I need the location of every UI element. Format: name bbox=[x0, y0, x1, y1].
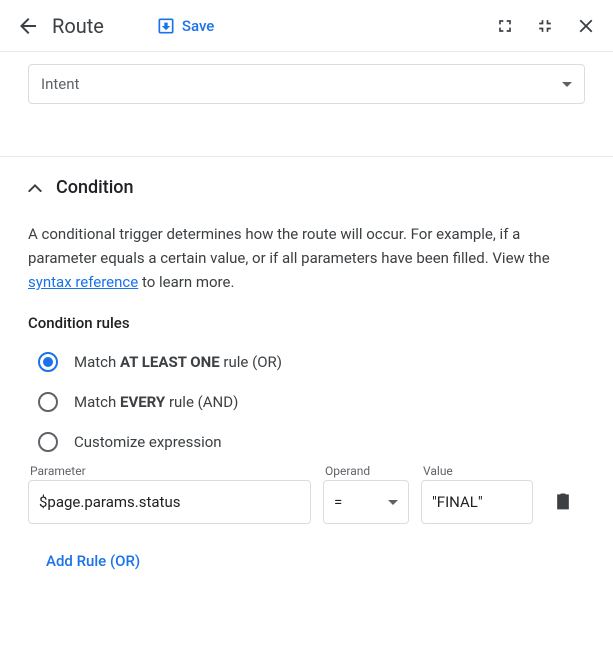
match-and-radio[interactable]: Match EVERY rule (AND) bbox=[38, 392, 585, 412]
dropdown-icon bbox=[562, 82, 572, 87]
radio-label-custom: Customize expression bbox=[74, 433, 222, 451]
save-icon bbox=[156, 16, 176, 36]
close-button[interactable] bbox=[575, 15, 597, 37]
radio-label-and: Match EVERY rule (AND) bbox=[74, 393, 238, 411]
radio-label-or: Match AT LEAST ONE rule (OR) bbox=[74, 353, 282, 371]
parameter-input[interactable] bbox=[28, 480, 311, 524]
radio-unselected-icon bbox=[38, 392, 58, 412]
save-button[interactable]: Save bbox=[156, 16, 214, 36]
condition-rule-row: Parameter Operand = Value bbox=[28, 464, 585, 524]
fullscreen-icon bbox=[495, 16, 515, 36]
intent-select[interactable]: Intent bbox=[28, 64, 585, 104]
operand-label: Operand bbox=[323, 464, 409, 478]
close-icon bbox=[575, 15, 597, 37]
delete-rule-button[interactable] bbox=[553, 490, 573, 512]
condition-rules-heading: Condition rules bbox=[28, 314, 585, 332]
fullscreen-exit-button[interactable] bbox=[535, 16, 555, 36]
condition-description: A conditional trigger determines how the… bbox=[28, 222, 585, 294]
value-input[interactable] bbox=[421, 480, 533, 524]
condition-section-toggle[interactable]: Condition bbox=[28, 177, 585, 198]
customize-expression-radio[interactable]: Customize expression bbox=[38, 432, 585, 452]
dropdown-icon bbox=[388, 500, 398, 505]
add-rule-button[interactable]: Add Rule (OR) bbox=[46, 552, 140, 570]
back-button[interactable] bbox=[16, 14, 40, 38]
page-title: Route bbox=[52, 14, 104, 38]
operand-select[interactable]: = bbox=[323, 480, 409, 524]
radio-unselected-icon bbox=[38, 432, 58, 452]
syntax-reference-link[interactable]: syntax reference bbox=[28, 273, 138, 291]
condition-title: Condition bbox=[56, 177, 134, 198]
trash-icon bbox=[553, 490, 573, 512]
arrow-left-icon bbox=[16, 14, 40, 38]
fullscreen-exit-icon bbox=[535, 16, 555, 36]
radio-selected-icon bbox=[38, 352, 58, 372]
fullscreen-button[interactable] bbox=[495, 16, 515, 36]
operand-value: = bbox=[334, 493, 342, 511]
match-or-radio[interactable]: Match AT LEAST ONE rule (OR) bbox=[38, 352, 585, 372]
chevron-up-icon bbox=[28, 184, 42, 192]
value-label: Value bbox=[421, 464, 533, 478]
intent-placeholder: Intent bbox=[41, 75, 79, 93]
parameter-label: Parameter bbox=[28, 464, 311, 478]
save-label: Save bbox=[182, 17, 214, 35]
